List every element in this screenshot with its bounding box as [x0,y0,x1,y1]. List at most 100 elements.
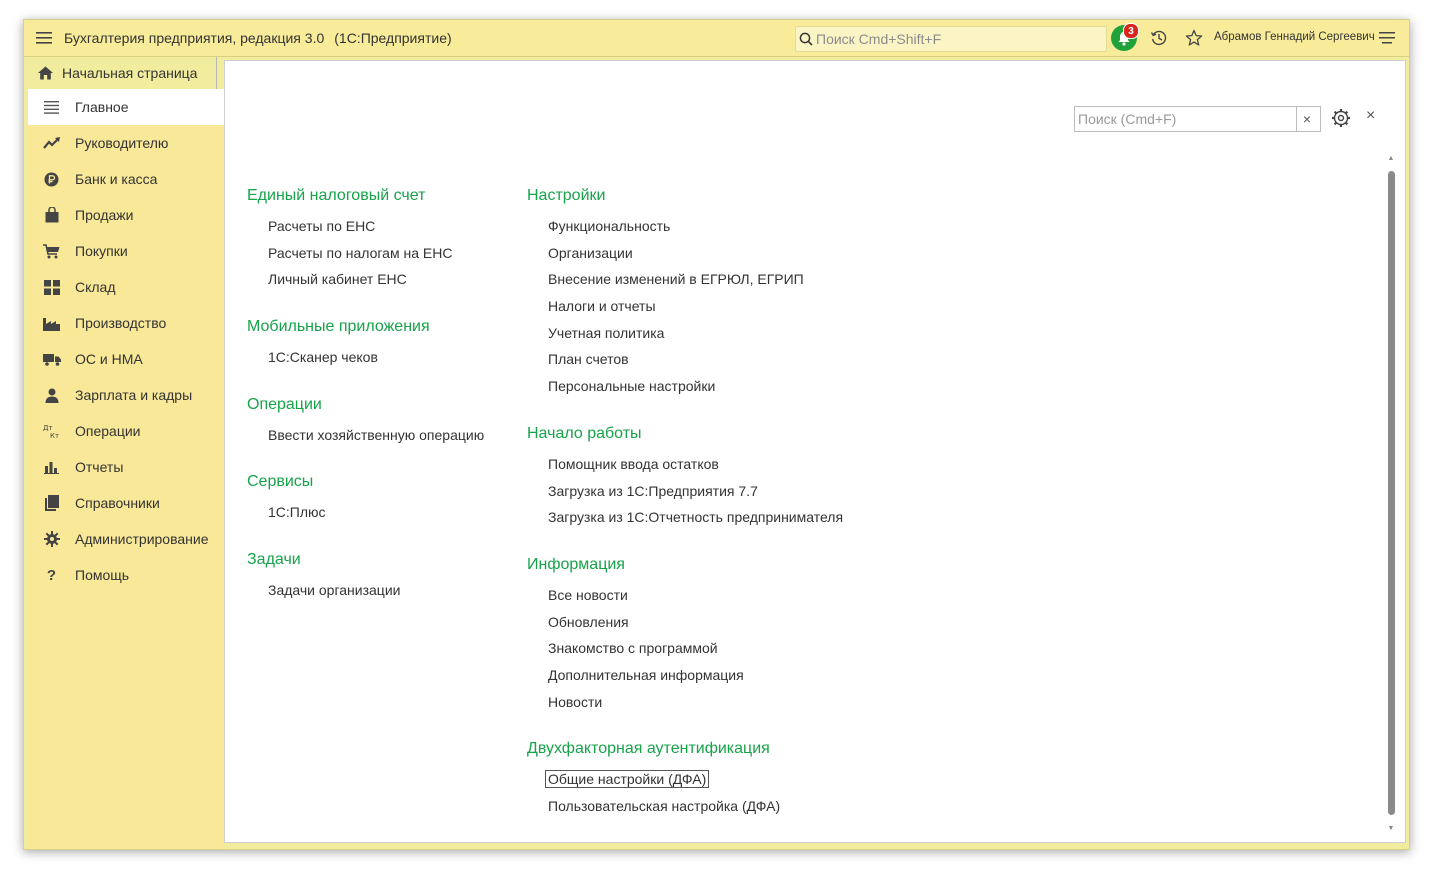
home-tab-label: Начальная страница [62,65,198,81]
section-title: Единый налоговый счет [247,187,426,204]
sidebar-item-purchases[interactable]: Покупки [28,233,224,269]
history-icon[interactable] [1149,28,1169,48]
sidebar-item-label: Покупки [75,243,128,259]
main-menu-icon[interactable] [24,20,64,56]
sidebar-item-salary[interactable]: Зарплата и кадры [28,377,224,413]
sidebar-item-references[interactable]: Справочники [28,485,224,521]
sidebar-item-main[interactable]: Главное [28,89,224,125]
factory-icon [28,316,75,331]
link-additional-info[interactable]: Дополнительная информация [527,662,843,689]
link-updates[interactable]: Обновления [527,609,843,636]
link-accounting-policy[interactable]: Учетная политика [527,320,843,347]
sidebar-item-administration[interactable]: Администрирование [28,521,224,557]
app-title: Бухгалтерия предприятия, редакция 3.0 (1С… [64,30,452,46]
link-news[interactable]: Новости [527,689,843,716]
link-personal-settings[interactable]: Персональные настройки [527,373,843,400]
scroll-up-arrow-icon[interactable]: ▲ [1386,154,1396,164]
link-2fa-general[interactable]: Общие настройки (ДФА) [527,766,843,793]
link-2fa-user[interactable]: Пользовательская настройка (ДФА) [527,793,843,820]
sidebar-item-sales[interactable]: Продажи [28,197,224,233]
sidebar-item-reports[interactable]: Отчеты [28,449,224,485]
notification-count-badge: 3 [1123,23,1139,39]
sidebar: Главное Руководителю Банк и касса Продаж… [28,89,224,849]
link-1c-plus[interactable]: 1С:Плюс [247,499,484,526]
sidebar-item-label: Администрирование [75,531,209,547]
sidebar-item-label: Продажи [75,207,134,223]
section-title: Задачи [247,551,301,569]
section-title: Мобильные приложения [247,318,430,336]
search-clear-button[interactable]: × [1296,107,1317,131]
sidebar-item-label: Отчеты [75,459,124,475]
dt-kt-icon: Дт Кт [28,423,75,439]
left-column: Единый налоговый счет Расчеты по ЕНС Рас… [247,183,484,604]
link-ens-cabinet[interactable]: Личный кабинет ЕНС [247,266,484,293]
sidebar-item-label: Зарплата и кадры [75,387,193,403]
sidebar-item-manager[interactable]: Руководителю [28,125,224,161]
section-title: Сервисы [247,473,314,491]
link-ens-settlements[interactable]: Расчеты по ЕНС [247,213,484,240]
home-icon [28,66,62,80]
global-search-box[interactable] [795,26,1107,52]
link-organizations[interactable]: Организации [527,240,843,267]
sidebar-item-label: Банк и касса [75,171,158,187]
sidebar-item-help[interactable]: ? Помощь [28,557,224,593]
content-settings-gear-icon[interactable] [1331,108,1351,128]
sidebar-item-label: Главное [75,99,129,115]
link-enter-operation[interactable]: Ввести хозяйственную операцию [247,422,484,449]
sidebar-item-label: Производство [75,315,167,331]
scroll-thumb[interactable] [1388,171,1395,815]
favorites-star-icon[interactable] [1184,28,1204,48]
link-balance-wizard[interactable]: Помощник ввода остатков [527,451,843,478]
sidebar-item-operations[interactable]: Дт Кт Операции [28,413,224,449]
menu-lines-icon [28,100,75,114]
sidebar-item-label: Руководителю [75,135,169,151]
app-window: Бухгалтерия предприятия, редакция 3.0 (1С… [23,19,1410,850]
sidebar-item-production[interactable]: Производство [28,305,224,341]
link-taxes-reports[interactable]: Налоги и отчеты [527,293,843,320]
gear-icon [28,531,75,547]
link-2fa-general-label: Общие настройки (ДФА) [544,770,710,789]
link-all-news[interactable]: Все новости [527,582,843,609]
app-title-text: Бухгалтерия предприятия, редакция 3.0 [64,30,325,46]
sidebar-item-label: Помощь [75,567,130,583]
link-egrul-changes[interactable]: Внесение изменений в ЕГРЮЛ, ЕГРИП [527,266,843,293]
link-import-77[interactable]: Загрузка из 1С:Предприятия 7.7 [527,478,843,505]
vertical-scrollbar[interactable]: ▲ ▼ [1386,154,1396,834]
link-receipt-scanner[interactable]: 1С:Сканер чеков [247,344,484,371]
person-icon [28,388,75,403]
content-search-box[interactable]: × [1074,106,1321,132]
link-org-tasks[interactable]: Задачи организации [247,577,484,604]
sidebar-item-label: Склад [75,279,116,295]
settings-menu-icon[interactable] [1377,28,1397,48]
section-title: Информация [527,555,625,573]
scroll-down-arrow-icon[interactable]: ▼ [1386,824,1396,834]
top-bar: Бухгалтерия предприятия, редакция 3.0 (1С… [24,20,1409,57]
bar-chart-icon [28,461,75,474]
home-page-tab[interactable]: Начальная страница [28,57,214,89]
link-intro[interactable]: Знакомство с программой [527,635,843,662]
section-title: Начало работы [527,424,642,442]
question-icon: ? [46,566,57,584]
link-ens-tax-settlements[interactable]: Расчеты по налогам на ЕНС [247,240,484,267]
sidebar-item-fixed-assets[interactable]: ОС и НМА [28,341,224,377]
link-chart-of-accounts[interactable]: План счетов [527,346,843,373]
content-close-button[interactable]: × [1366,107,1375,125]
sidebar-item-label: ОС и НМА [75,351,143,367]
section-title: Настройки [527,187,606,204]
sidebar-item-warehouse[interactable]: Склад [28,269,224,305]
svg-text:Дт: Дт [43,424,53,432]
warehouse-icon [28,279,75,295]
books-icon [28,495,75,511]
section-title: Операции [247,395,322,413]
svg-text:Кт: Кт [50,432,59,439]
search-icon [799,32,813,46]
content-search-input[interactable] [1075,111,1296,127]
link-functionality[interactable]: Функциональность [527,213,843,240]
global-search-input[interactable] [813,31,1096,47]
link-import-entrepreneur[interactable]: Загрузка из 1С:Отчетность предпринимател… [527,504,843,531]
sidebar-item-bank[interactable]: Банк и касса [28,161,224,197]
right-column: Настройки Функциональность Организации В… [527,183,843,820]
app-subtitle: (1С:Предприятие) [334,30,452,46]
user-name[interactable]: Абрамов Геннадий Сергеевич [1214,31,1375,43]
content-panel: × × Единый налоговый счет Расчеты по ЕНС… [224,60,1406,843]
